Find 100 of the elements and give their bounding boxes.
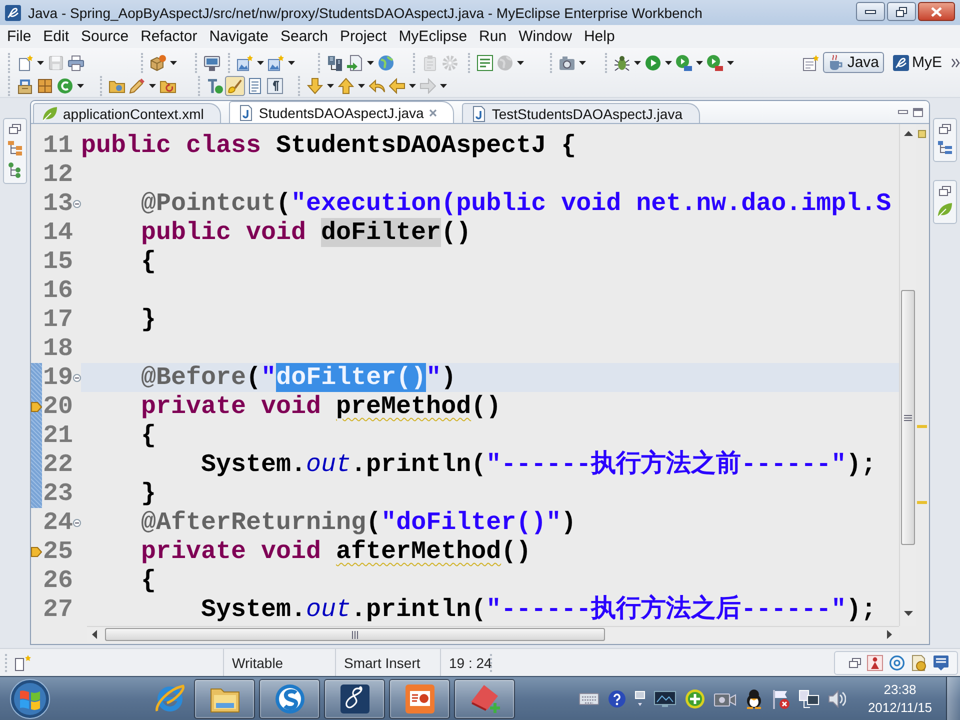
collapse-icon[interactable] bbox=[73, 518, 81, 526]
caret-icon[interactable] bbox=[727, 60, 734, 64]
arrow-up-icon[interactable] bbox=[904, 131, 912, 136]
speaker-icon[interactable] bbox=[828, 690, 846, 708]
speech-bubble-icon[interactable] bbox=[933, 654, 949, 670]
document-star-icon[interactable] bbox=[17, 54, 33, 70]
menu-item[interactable]: Source bbox=[75, 27, 135, 46]
outline-icon[interactable] bbox=[937, 140, 953, 156]
menu-item[interactable]: Window bbox=[512, 27, 578, 46]
ring-icon[interactable] bbox=[889, 654, 905, 670]
keyboard-icon[interactable] bbox=[579, 692, 599, 704]
box-icon[interactable] bbox=[150, 54, 166, 70]
flag-x-icon[interactable] bbox=[772, 688, 790, 708]
scrollbar-thumb[interactable] bbox=[105, 628, 605, 641]
pencil-icon[interactable] bbox=[129, 78, 145, 94]
editor-tab[interactable]: StudentsDAOAspectJ.java bbox=[228, 101, 454, 123]
caret-icon[interactable] bbox=[288, 60, 295, 64]
caret-icon[interactable] bbox=[634, 60, 641, 64]
printer-icon[interactable] bbox=[68, 54, 84, 70]
monitor-icon[interactable] bbox=[654, 690, 676, 706]
caret-icon[interactable] bbox=[579, 60, 586, 64]
caret-icon[interactable] bbox=[77, 84, 84, 88]
minimize-button[interactable] bbox=[856, 2, 885, 21]
restore-button[interactable] bbox=[887, 2, 916, 21]
penguin-icon[interactable] bbox=[745, 688, 763, 708]
video-camera-icon[interactable] bbox=[714, 690, 736, 706]
play-icon[interactable] bbox=[645, 54, 661, 70]
pilcrow-icon[interactable] bbox=[267, 78, 283, 94]
restore-icon[interactable] bbox=[849, 658, 861, 668]
window-arrow-icon[interactable] bbox=[635, 691, 645, 706]
menu-item[interactable]: Project bbox=[334, 27, 393, 46]
caret-icon[interactable] bbox=[170, 60, 177, 64]
perspective-button[interactable]: MyE bbox=[888, 52, 947, 73]
play-box-icon[interactable] bbox=[707, 54, 723, 70]
caret-icon[interactable] bbox=[367, 60, 374, 64]
menu-item[interactable]: Navigate bbox=[203, 27, 274, 46]
vertical-scrollbar[interactable] bbox=[899, 124, 916, 626]
caret-icon[interactable] bbox=[358, 84, 365, 88]
form-icon[interactable] bbox=[477, 54, 493, 70]
caret-icon[interactable] bbox=[665, 60, 672, 64]
close-icon[interactable] bbox=[428, 108, 437, 116]
figure-icon[interactable] bbox=[867, 654, 883, 670]
taskbar-button[interactable] bbox=[454, 678, 515, 718]
minimize-icon[interactable] bbox=[898, 110, 908, 114]
taskbar-button[interactable] bbox=[259, 678, 320, 718]
picture-star-icon[interactable] bbox=[237, 54, 253, 70]
play-box-icon[interactable] bbox=[676, 54, 692, 70]
editor-tab[interactable]: TestStudentsDAOAspectJ.java bbox=[462, 103, 700, 123]
caret-icon[interactable] bbox=[257, 60, 264, 64]
grid-box-icon[interactable] bbox=[37, 78, 53, 94]
menu-item[interactable]: MyEclipse bbox=[392, 27, 474, 46]
panel-star-icon[interactable] bbox=[15, 654, 31, 670]
show-desktop-button[interactable] bbox=[946, 677, 960, 720]
menu-item[interactable]: Edit bbox=[37, 27, 76, 46]
server-icon[interactable] bbox=[327, 54, 343, 70]
arrow-right-icon[interactable] bbox=[887, 630, 892, 639]
camera-icon[interactable] bbox=[559, 54, 575, 70]
monitor-icon[interactable] bbox=[204, 54, 220, 70]
menu-item[interactable]: Run bbox=[473, 27, 513, 46]
arrow-down-icon[interactable] bbox=[904, 611, 912, 616]
collapse-icon[interactable] bbox=[73, 200, 81, 208]
caret-icon[interactable] bbox=[696, 60, 703, 64]
restore-icon[interactable] bbox=[939, 124, 951, 134]
menu-item[interactable]: File bbox=[1, 27, 38, 46]
arrow-up-icon[interactable] bbox=[338, 78, 354, 94]
taskbar-button[interactable] bbox=[389, 678, 450, 718]
caret-icon[interactable] bbox=[37, 60, 44, 64]
chevron-icon[interactable] bbox=[951, 58, 960, 68]
tee-dot-icon[interactable] bbox=[207, 78, 223, 94]
taskbar-button[interactable] bbox=[324, 678, 385, 718]
close-button[interactable] bbox=[918, 2, 955, 21]
page-coin-icon[interactable] bbox=[911, 654, 927, 670]
tree-icon[interactable] bbox=[7, 162, 23, 178]
question-mark-icon[interactable] bbox=[608, 690, 626, 708]
restore-icon[interactable] bbox=[9, 124, 21, 134]
perspective-button[interactable]: Java bbox=[823, 52, 884, 73]
arrow-down-icon[interactable] bbox=[307, 78, 323, 94]
maximize-icon[interactable] bbox=[913, 108, 923, 116]
plus-circle-icon[interactable] bbox=[685, 688, 705, 708]
bug-icon[interactable] bbox=[614, 54, 630, 70]
arrow-left-icon[interactable] bbox=[92, 630, 97, 639]
page-arrow-icon[interactable] bbox=[347, 54, 363, 70]
menu-item[interactable]: Refactor bbox=[134, 27, 204, 46]
page-lines-icon[interactable] bbox=[247, 78, 263, 94]
picture-star-icon[interactable] bbox=[268, 54, 284, 70]
caret-icon[interactable] bbox=[327, 84, 334, 88]
menu-item[interactable]: Search bbox=[274, 27, 334, 46]
arrow-left-icon[interactable] bbox=[389, 78, 405, 94]
collapse-icon[interactable] bbox=[73, 374, 81, 382]
ring-orbit-icon[interactable] bbox=[155, 684, 185, 714]
network-icon[interactable] bbox=[799, 690, 819, 708]
scrollbar-thumb[interactable] bbox=[901, 290, 915, 545]
restore-icon[interactable] bbox=[939, 186, 951, 196]
caret-icon[interactable] bbox=[409, 84, 416, 88]
basket-icon[interactable] bbox=[17, 78, 33, 94]
start-orb-icon[interactable] bbox=[10, 678, 50, 718]
menu-item[interactable]: Help bbox=[578, 27, 621, 46]
hierarchy-icon[interactable] bbox=[7, 140, 23, 156]
taskbar-button[interactable] bbox=[194, 678, 255, 718]
curved-arrow-icon[interactable] bbox=[369, 78, 385, 94]
